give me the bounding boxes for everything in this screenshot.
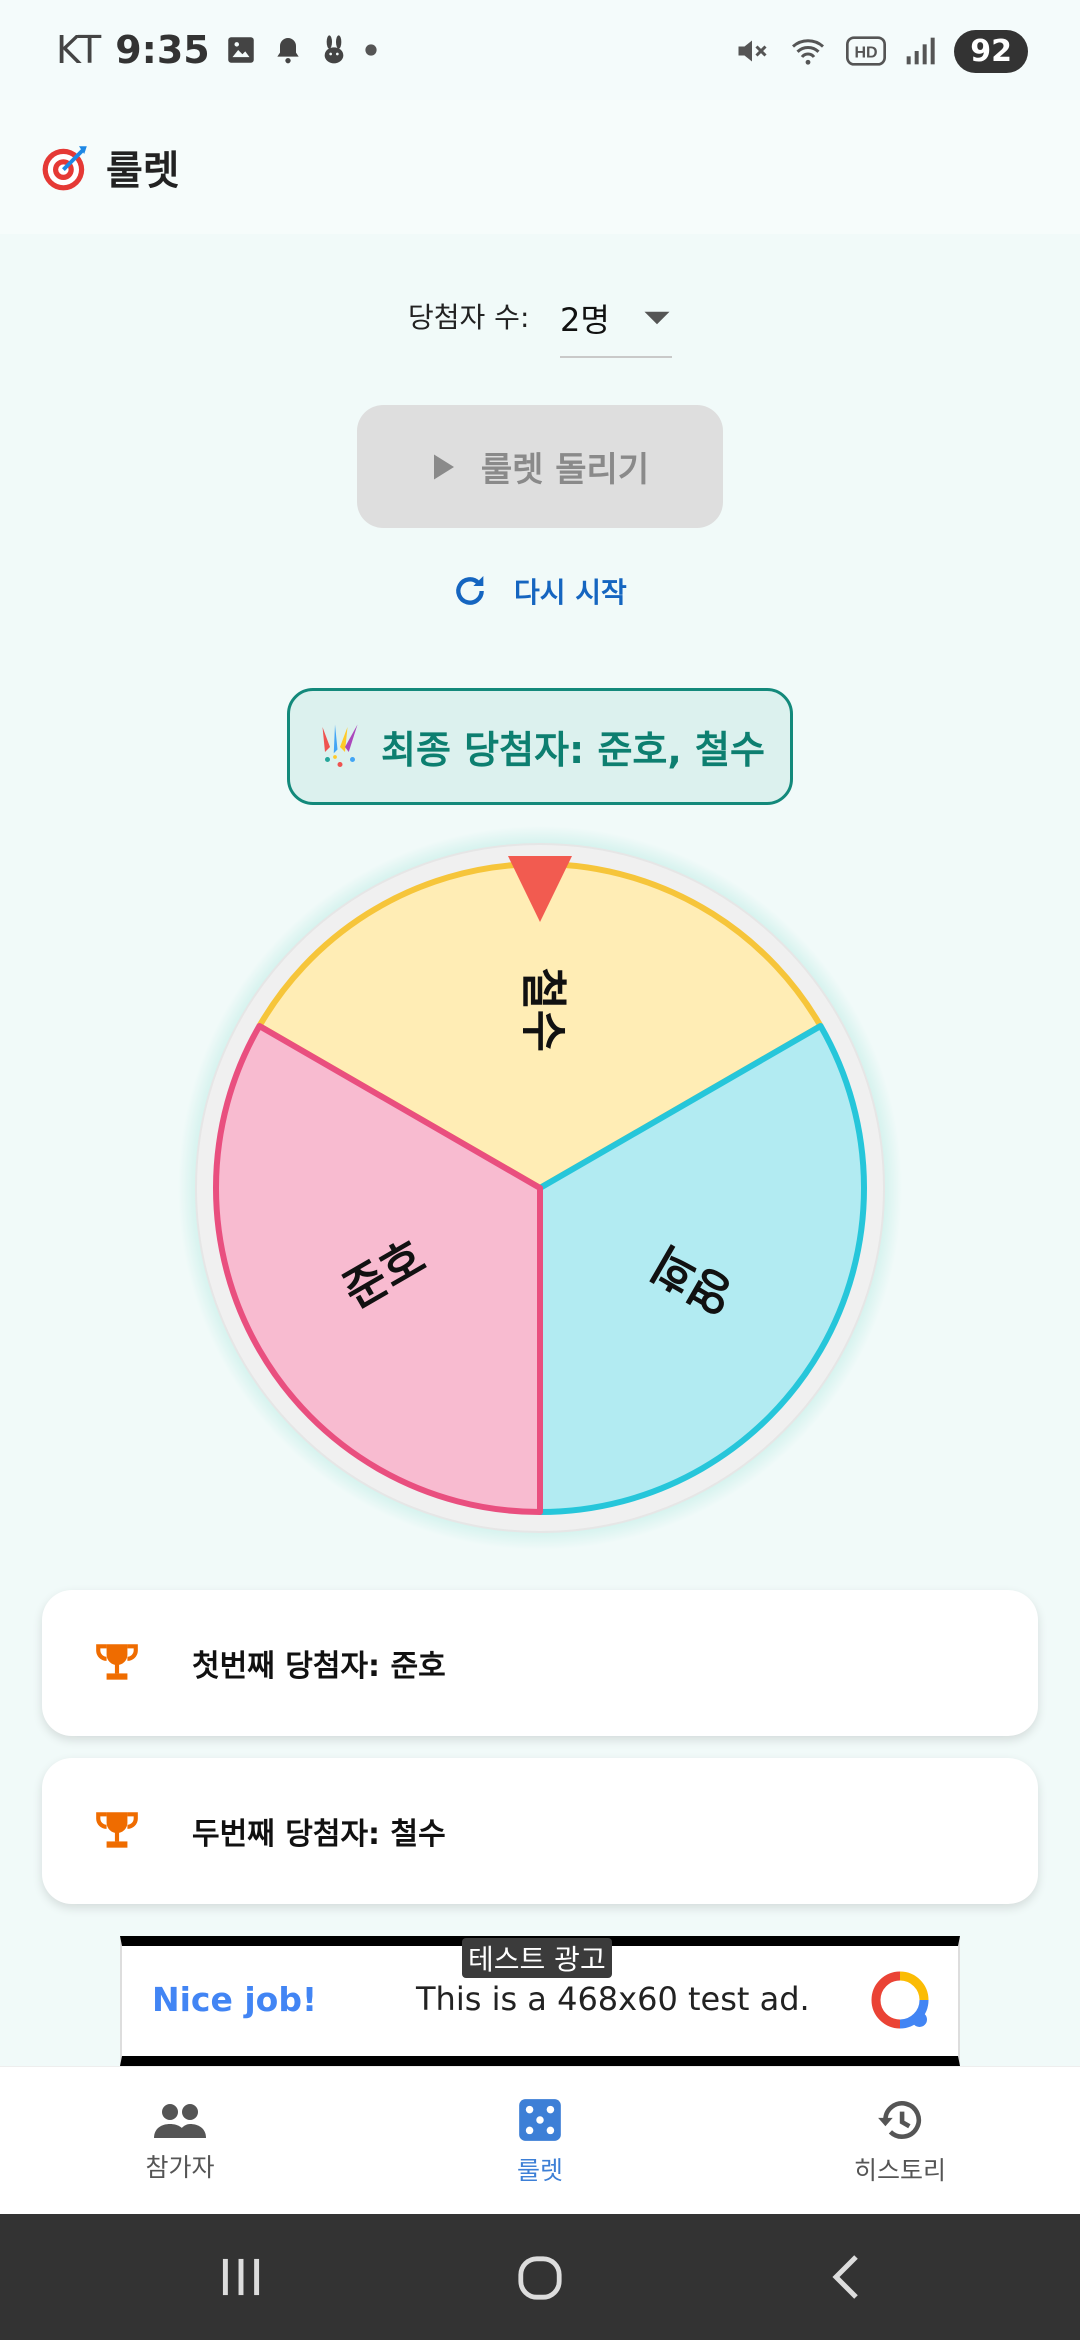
status-bar: KT 9:35 HD 92 (0, 0, 1080, 100)
winner-text: 첫번째 당첨자: 준호 (192, 1649, 446, 1684)
winner-count-value: 2명 (560, 301, 610, 339)
clock: 9:35 (115, 28, 210, 72)
nav-label: 룰렛 (516, 2156, 563, 2185)
mute-icon (738, 40, 767, 62)
nav-roulette[interactable]: 룰렛 (420, 2067, 660, 2215)
svg-text:HD: HD (855, 45, 878, 62)
signal-icon (906, 37, 935, 65)
target-icon (42, 146, 87, 191)
nav-label: 히스토리 (853, 2156, 946, 2185)
play-icon (433, 454, 454, 479)
recent-apps-icon[interactable] (216, 2254, 266, 2300)
bottom-navigation: 참가자 룰렛 히스토리 (0, 2066, 1080, 2214)
rabbit-icon (324, 35, 344, 64)
restart-button[interactable]: 다시 시작 (450, 566, 627, 616)
trophy-icon (96, 1812, 138, 1848)
wheel-segment-label: 철수 (517, 967, 571, 1052)
dot-icon (365, 44, 377, 56)
winner-count-label: 당첨자 수: (408, 301, 530, 334)
nav-history[interactable]: 히스토리 (780, 2067, 1020, 2215)
ad-logo-icon[interactable] (870, 1970, 930, 2030)
ad-headline[interactable]: Nice job! (152, 1980, 317, 2019)
history-icon (878, 2101, 921, 2139)
home-icon[interactable] (516, 2254, 564, 2302)
bell-icon (277, 38, 299, 64)
roulette-wheel[interactable]: 철수영희준호 (178, 826, 902, 1550)
winner-text: 두번째 당첨자: 철수 (192, 1817, 446, 1852)
restart-label: 다시 시작 (514, 576, 627, 609)
dropdown-arrow-icon (644, 311, 670, 325)
final-winner-banner: 최종 당첨자: 준호, 철수 (287, 688, 793, 805)
ad-body[interactable]: This is a 468x60 test ad. (416, 1980, 810, 2018)
wheel-segments: 철수영희준호 (213, 861, 867, 1515)
back-icon[interactable] (826, 2252, 866, 2302)
final-winner-text: 최종 당첨자: 준호, 철수 (381, 728, 765, 772)
spin-roulette-button[interactable]: 룰렛 돌리기 (357, 405, 723, 528)
page-title: 룰렛 (106, 148, 180, 194)
nav-participants[interactable]: 참가자 (60, 2067, 300, 2215)
spin-button-label: 룰렛 돌리기 (480, 450, 650, 490)
app-bar: 룰렛 (0, 100, 1080, 234)
winner-count-dropdown[interactable]: 2명 (560, 280, 672, 358)
status-right: HD 92 (734, 26, 1028, 76)
dice-icon (519, 2099, 561, 2141)
winner-card-1: 첫번째 당첨자: 준호 (42, 1590, 1038, 1736)
trophy-icon (96, 1644, 138, 1680)
winner-card-2: 두번째 당첨자: 철수 (42, 1758, 1038, 1904)
carrier-label: KT (56, 28, 102, 72)
status-left: KT 9:35 (56, 24, 378, 76)
gallery-icon (227, 37, 254, 63)
battery-indicator: 92 (954, 29, 1028, 73)
nav-label: 참가자 (145, 2153, 215, 2182)
system-navigation-bar (0, 2214, 1080, 2340)
ad-test-tag: 테스트 광고 (462, 1938, 612, 1978)
hd-icon: HD (846, 36, 887, 66)
confetti-icon (322, 724, 358, 767)
refresh-icon (456, 576, 484, 605)
wifi-icon (792, 39, 825, 65)
people-icon (154, 2104, 206, 2138)
